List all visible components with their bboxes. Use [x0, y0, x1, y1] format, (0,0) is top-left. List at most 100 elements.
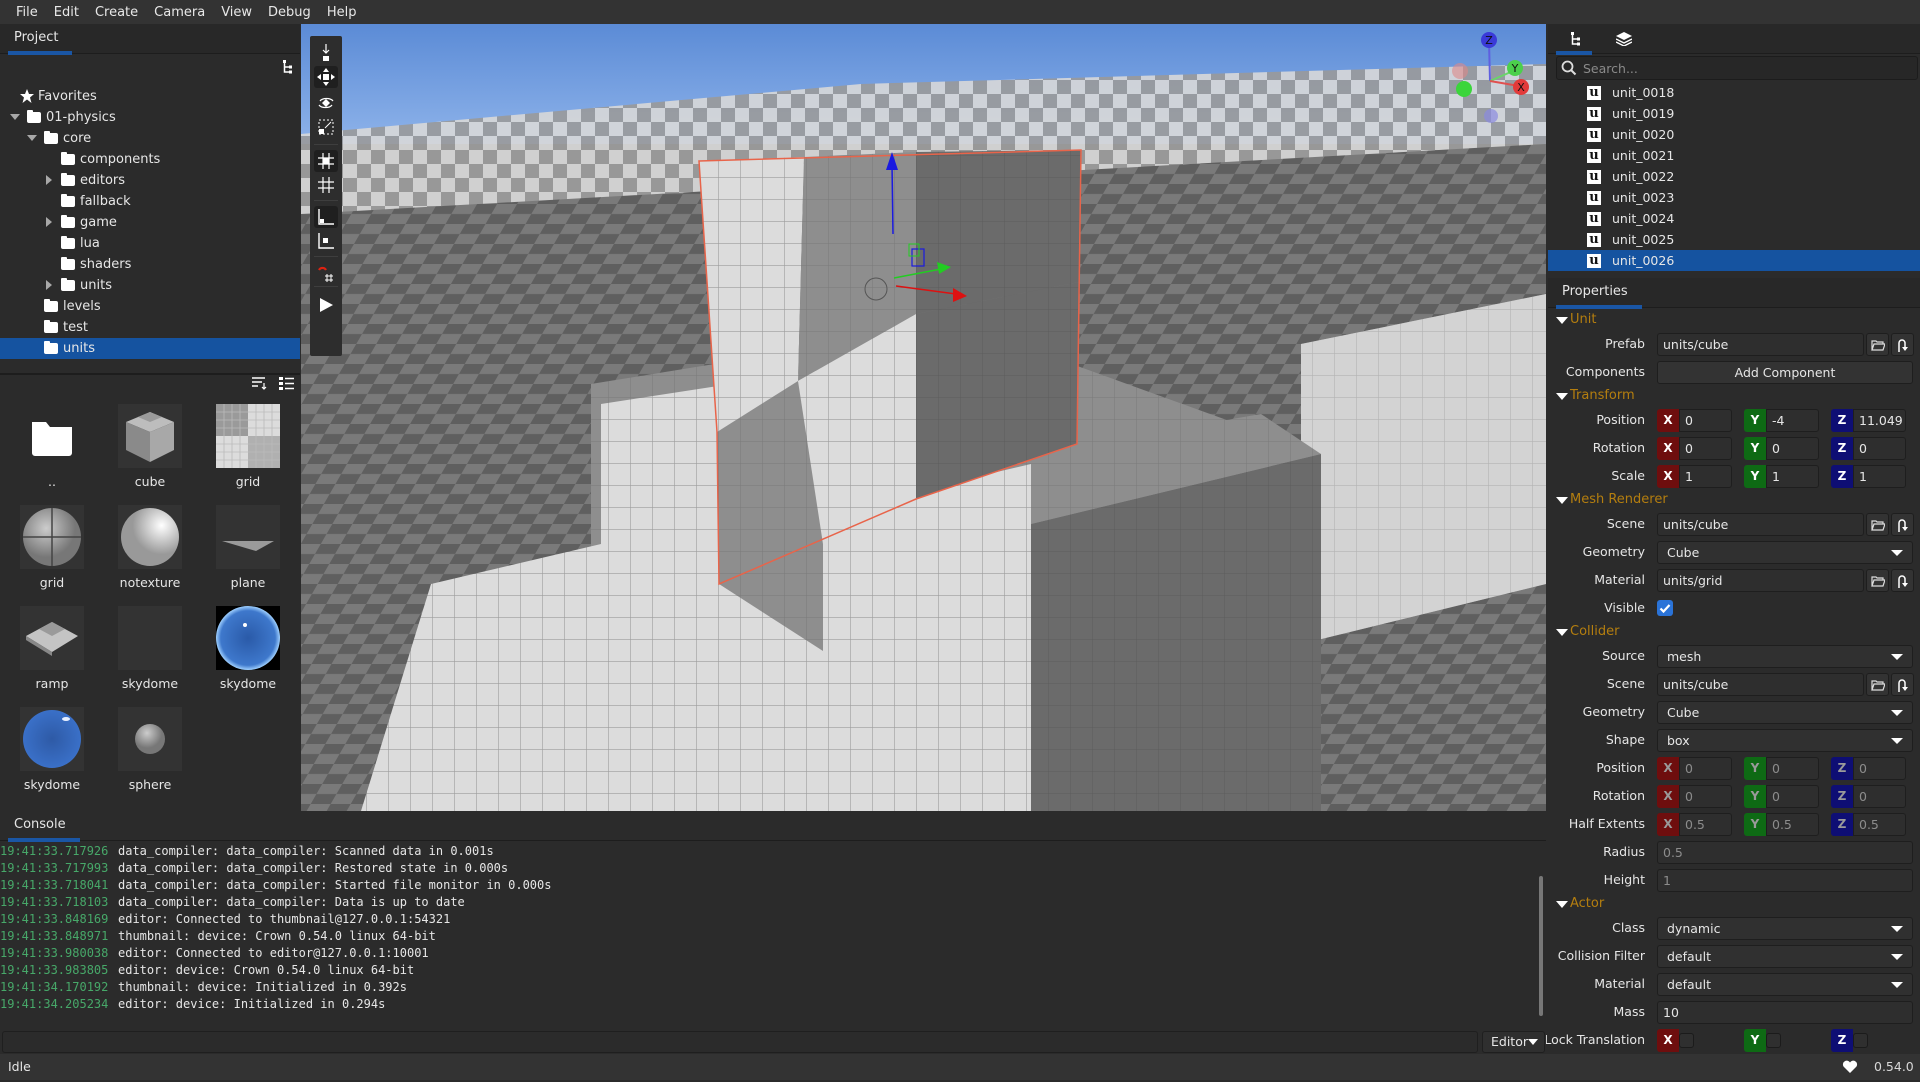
tree-view-icon[interactable] — [282, 60, 294, 78]
y-component-field[interactable]: Y0 — [1744, 437, 1819, 460]
tab-properties[interactable]: Properties — [1548, 278, 1642, 309]
place-tool[interactable] — [314, 42, 338, 64]
x-value[interactable]: 0.5 — [1679, 813, 1732, 836]
y-lock-checkbox[interactable] — [1766, 1033, 1781, 1048]
tree-item[interactable]: fallback — [0, 191, 300, 212]
y-value[interactable]: 0.5 — [1766, 813, 1819, 836]
collision-filter-select[interactable]: default — [1657, 945, 1913, 968]
scale-tool[interactable] — [314, 116, 338, 138]
tree-item[interactable]: editors — [0, 170, 300, 191]
x-component-field[interactable]: X0 — [1657, 757, 1732, 780]
asset-item[interactable]: .. — [0, 404, 100, 504]
tree-item[interactable]: levels — [0, 296, 300, 317]
unit-list-item[interactable]: u unit_0023 — [1548, 187, 1920, 208]
y-component-field[interactable]: Y0 — [1744, 785, 1819, 808]
z-component-field[interactable]: Z0 — [1831, 785, 1906, 808]
menu-view[interactable]: View — [213, 5, 260, 20]
snap-grid-toggle[interactable] — [314, 150, 338, 172]
y-value[interactable]: -4 — [1766, 409, 1819, 432]
tree-item[interactable]: test — [0, 317, 300, 338]
expander-open-icon[interactable] — [10, 112, 20, 122]
z-component-field[interactable]: Z 0.5 — [1831, 813, 1906, 836]
expander-open-icon[interactable] — [27, 133, 37, 143]
unit-list-item[interactable]: u unit_0026 — [1548, 250, 1920, 271]
add-component-button[interactable]: Add Component — [1657, 361, 1913, 384]
x-lock-checkbox[interactable] — [1679, 1033, 1694, 1048]
z-value[interactable]: 0 — [1853, 757, 1906, 780]
play-button[interactable] — [314, 294, 338, 316]
z-lock-checkbox[interactable] — [1853, 1033, 1868, 1048]
visible-checkbox[interactable] — [1657, 600, 1673, 616]
actor-class-select[interactable]: dynamic — [1657, 917, 1913, 940]
unit-list-item[interactable]: u unit_0021 — [1548, 145, 1920, 166]
revert-prefab-button[interactable] — [1891, 333, 1914, 356]
snap-magnet-toggle[interactable] — [314, 262, 338, 284]
local-space-toggle[interactable] — [314, 206, 338, 228]
browse-collider-scene-button[interactable] — [1866, 673, 1889, 696]
x-component-field[interactable]: X 0.5 — [1657, 813, 1732, 836]
tab-level-tree[interactable] — [1548, 24, 1592, 55]
x-value[interactable]: 0 — [1679, 409, 1732, 432]
expander-closed-icon[interactable] — [44, 280, 54, 290]
y-component-field[interactable]: Y0 — [1744, 757, 1819, 780]
collider-source-select[interactable]: mesh — [1657, 645, 1913, 668]
menu-edit[interactable]: Edit — [46, 5, 87, 20]
sort-icon[interactable] — [251, 376, 267, 394]
asset-item[interactable]: skydome — [98, 606, 198, 706]
collider-scene-field[interactable]: units/cube — [1657, 673, 1864, 696]
actor-material-select[interactable]: default — [1657, 973, 1913, 996]
tree-item[interactable]: shaders — [0, 254, 300, 275]
z-value[interactable]: 11.049 — [1853, 409, 1906, 432]
revert-material-button[interactable] — [1891, 569, 1914, 592]
expander-closed-icon[interactable] — [44, 175, 54, 185]
asset-item[interactable]: ramp — [0, 606, 100, 706]
console-input[interactable] — [2, 1031, 1478, 1053]
menu-help[interactable]: Help — [319, 5, 365, 20]
tree-item[interactable]: game — [0, 212, 300, 233]
unit-list-item[interactable]: u unit_0018 — [1548, 82, 1920, 103]
collider-height-field[interactable]: 1 — [1657, 869, 1913, 892]
section-transform[interactable]: Transform — [1548, 386, 1920, 406]
z-component-field[interactable]: Z0 — [1831, 437, 1906, 460]
asset-item[interactable]: plane — [196, 505, 296, 605]
tree-item[interactable]: units — [0, 275, 300, 296]
revert-collider-scene-button[interactable] — [1891, 673, 1914, 696]
y-value[interactable]: 1 — [1766, 465, 1819, 488]
list-view-icon[interactable] — [279, 376, 294, 394]
heart-icon[interactable] — [1842, 1060, 1858, 1077]
menu-create[interactable]: Create — [87, 5, 146, 20]
unit-list-item[interactable]: u unit_0019 — [1548, 103, 1920, 124]
asset-item[interactable]: sphere — [98, 707, 198, 807]
console-scrollbar[interactable] — [1539, 876, 1543, 1016]
z-component-field[interactable]: Z0 — [1831, 757, 1906, 780]
y-value[interactable]: 0 — [1766, 757, 1819, 780]
x-component-field[interactable]: X0 — [1657, 785, 1732, 808]
tab-layers[interactable] — [1602, 24, 1646, 54]
y-component-field[interactable]: Y 0.5 — [1744, 813, 1819, 836]
tree-item[interactable]: lua — [0, 233, 300, 254]
tree-item[interactable]: core — [0, 128, 300, 149]
asset-item[interactable]: skydome — [0, 707, 100, 807]
mass-field[interactable]: 10 — [1657, 1001, 1913, 1024]
x-value[interactable]: 0 — [1679, 785, 1732, 808]
z-value[interactable]: 0 — [1853, 785, 1906, 808]
menu-file[interactable]: File — [8, 5, 46, 20]
world-space-toggle[interactable] — [314, 230, 338, 252]
y-component-field[interactable]: Y1 — [1744, 465, 1819, 488]
x-value[interactable]: 1 — [1679, 465, 1732, 488]
section-actor[interactable]: Actor — [1548, 894, 1920, 914]
y-value[interactable]: 0 — [1766, 437, 1819, 460]
console-target-select[interactable]: Editor — [1482, 1031, 1545, 1053]
tree-item[interactable]: components — [0, 149, 300, 170]
z-component-field[interactable]: Z 11.049 — [1831, 409, 1906, 432]
asset-item[interactable]: notexture — [98, 505, 198, 605]
menu-camera[interactable]: Camera — [146, 5, 213, 20]
tree-item[interactable]: Favorites — [0, 86, 300, 107]
x-component-field[interactable]: X1 — [1657, 465, 1732, 488]
collider-shape-select[interactable]: box — [1657, 729, 1913, 752]
z-component-field[interactable]: Z1 — [1831, 465, 1906, 488]
section-unit[interactable]: Unit — [1548, 310, 1920, 330]
menu-debug[interactable]: Debug — [260, 5, 319, 20]
panel-splitter[interactable] — [0, 373, 300, 375]
section-mesh-renderer[interactable]: Mesh Renderer — [1548, 490, 1920, 510]
